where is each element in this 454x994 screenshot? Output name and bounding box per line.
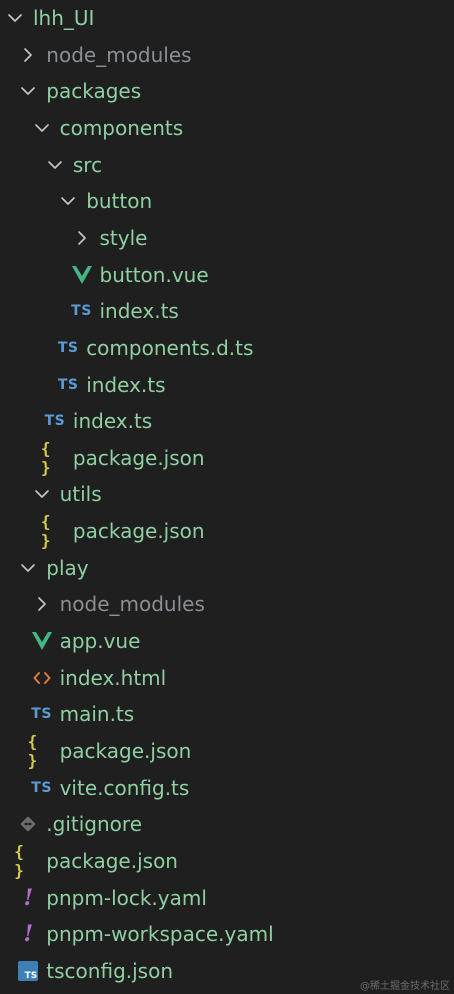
chevron-down-icon[interactable] (54, 183, 82, 219)
chevron-down-icon[interactable] (28, 110, 56, 146)
folder-item-components[interactable]: components (0, 110, 454, 146)
ts-icon: TS (68, 293, 96, 329)
file-item-gitignore[interactable]: .gitignore (0, 806, 454, 842)
git-icon (14, 806, 42, 842)
ts-icon: TS (54, 330, 82, 366)
item-label: pnpm-lock.yaml (46, 885, 207, 910)
item-label: index.ts (99, 299, 179, 324)
watermark: @稀土掘金技术社区 (360, 981, 450, 992)
ts-icon-glyph: TS (71, 303, 92, 320)
chevron-down-icon[interactable] (28, 476, 56, 512)
item-label: utils (59, 482, 102, 507)
folder-item-node-modules[interactable]: node_modules (0, 586, 454, 622)
folder-item-button[interactable]: button (0, 183, 454, 219)
ts-icon-glyph: TS (31, 706, 52, 723)
item-label: .gitignore (46, 812, 142, 837)
item-label: packages (46, 79, 142, 104)
folder-item-packages[interactable]: packages (0, 73, 454, 109)
folder-item-lhh-ui[interactable]: lhh_UI (0, 0, 454, 36)
item-label: index.ts (72, 409, 153, 434)
chevron-down-icon[interactable] (14, 550, 42, 586)
yaml-icon: ! (14, 916, 42, 952)
folder-item-style[interactable]: style (0, 220, 454, 256)
file-item-pnpm-lock-yaml[interactable]: ! pnpm-lock.yaml (0, 880, 454, 916)
item-label: node_modules (59, 592, 205, 617)
ts-icon: TS (28, 696, 56, 732)
file-item-package-json[interactable]: { } package.json (0, 438, 454, 477)
file-item-index-ts[interactable]: TS index.ts (0, 403, 454, 439)
chevron-right-icon[interactable] (28, 586, 56, 622)
file-item-index-ts[interactable]: TS index.ts (0, 293, 454, 329)
file-item-button-vue[interactable]: button.vue (0, 257, 454, 293)
item-label: app.vue (59, 629, 141, 654)
item-label: vite.config.ts (59, 775, 190, 800)
json-icon-glyph: { } (27, 732, 39, 770)
folder-item-utils[interactable]: utils (0, 476, 454, 512)
item-label: tsconfig.json (46, 958, 174, 983)
item-label: button (86, 189, 153, 214)
item-label: lhh_UI (33, 6, 95, 30)
file-item-components-d-ts[interactable]: TS components.d.ts (0, 330, 454, 366)
chevron-right-icon[interactable] (14, 37, 42, 73)
json-icon: { } (40, 512, 69, 551)
item-label: package.json (72, 445, 205, 470)
yaml-icon: ! (14, 880, 42, 916)
item-label: src (72, 152, 103, 177)
ts-icon-glyph: TS (44, 413, 66, 430)
file-item-index-html[interactable]: index.html (0, 660, 454, 696)
chevron-down-icon[interactable] (1, 0, 29, 36)
file-item-main-ts[interactable]: TS main.ts (0, 696, 454, 732)
item-label: button.vue (99, 262, 209, 287)
ts-icon: TS (54, 367, 82, 403)
html-icon (28, 660, 56, 696)
file-item-vite-config-ts[interactable]: TS vite.config.ts (0, 770, 454, 806)
chevron-down-icon[interactable] (41, 147, 69, 183)
vue-icon (28, 623, 56, 659)
item-label: index.ts (86, 372, 166, 397)
yaml-icon-glyph: ! (23, 884, 34, 911)
item-label: package.json (72, 519, 205, 544)
item-label: node_modules (46, 42, 192, 67)
file-item-pnpm-workspace-yaml[interactable]: ! pnpm-workspace.yaml (0, 916, 454, 952)
item-label: package.json (59, 739, 192, 763)
item-label: components.d.ts (86, 335, 254, 360)
vue-icon (68, 257, 96, 293)
json-icon: { } (27, 732, 56, 770)
item-label: components (59, 115, 184, 140)
ts-icon: TS (28, 770, 56, 806)
ts-icon: TS (41, 403, 69, 439)
file-item-package-json[interactable]: { } package.json (0, 512, 454, 551)
file-item-app-vue[interactable]: app.vue (0, 623, 454, 659)
file-item-package-json[interactable]: { } package.json (0, 732, 454, 770)
item-label: main.ts (59, 702, 135, 727)
tsconfig-icon: TS (14, 953, 42, 989)
yaml-icon-glyph: ! (23, 921, 34, 948)
item-label: index.html (59, 665, 167, 690)
json-icon-glyph: { } (14, 841, 25, 880)
item-label: pnpm-workspace.yaml (46, 922, 274, 947)
chevron-down-icon[interactable] (14, 73, 42, 109)
item-label: package.json (46, 848, 178, 873)
tsconfig-icon-glyph: TS (24, 970, 38, 981)
folder-item-src[interactable]: src (0, 147, 454, 183)
json-icon-glyph: { } (40, 438, 52, 477)
folder-item-play[interactable]: play (0, 550, 454, 586)
ts-icon-glyph: TS (57, 376, 79, 393)
folder-item-node-modules[interactable]: node_modules (0, 37, 454, 73)
json-icon: { } (40, 438, 69, 477)
item-label: play (46, 555, 89, 580)
ts-icon-glyph: TS (31, 779, 52, 796)
json-icon-glyph: { } (40, 512, 52, 551)
file-item-package-json[interactable]: { } package.json (0, 841, 454, 880)
json-icon: { } (14, 841, 42, 880)
item-label: style (99, 225, 148, 250)
file-item-index-ts[interactable]: TS index.ts (0, 367, 454, 403)
ts-icon-glyph: TS (57, 339, 79, 356)
chevron-right-icon[interactable] (68, 220, 96, 256)
